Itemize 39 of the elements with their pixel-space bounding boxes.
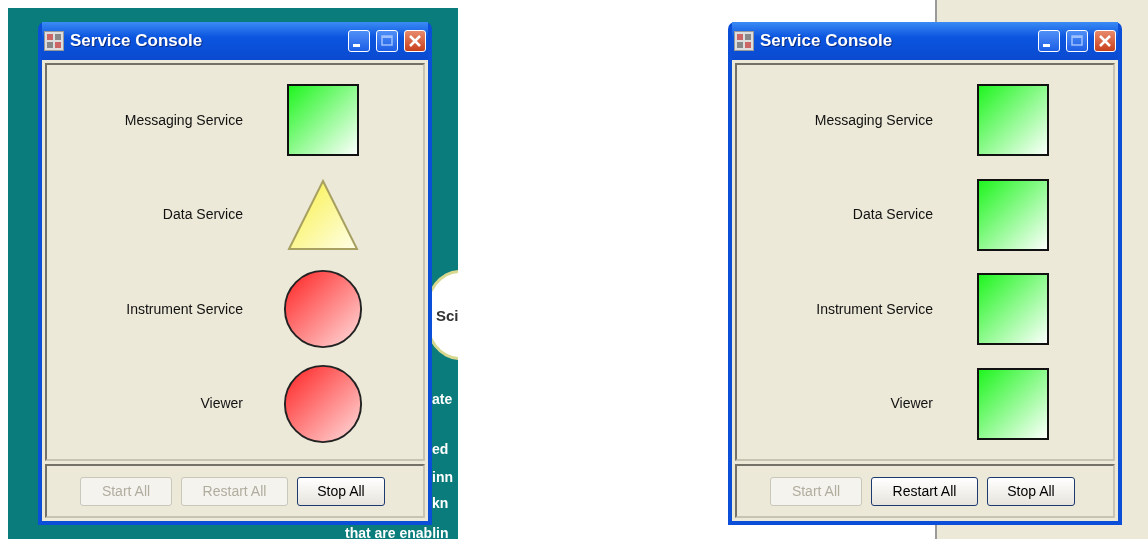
min-button[interactable]	[348, 30, 370, 52]
triangle-icon	[287, 178, 359, 251]
action-button[interactable]: Stop All	[297, 476, 385, 506]
action-button[interactable]: Restart All	[871, 476, 978, 506]
service-label: Instrument Service	[815, 299, 933, 319]
minimize-icon	[352, 44, 360, 47]
service-label: Viewer	[199, 394, 243, 414]
square-icon	[287, 84, 359, 157]
window-title: Service Console	[70, 30, 204, 53]
square-icon	[977, 367, 1049, 440]
logo-text: Sci	[436, 306, 458, 326]
page-text: kn	[432, 496, 449, 510]
service-label: Viewer	[889, 394, 933, 414]
min-button[interactable]	[1038, 30, 1060, 52]
max-button[interactable]	[1066, 30, 1088, 52]
app-icon	[44, 31, 64, 51]
service-label: Data Service	[851, 205, 933, 225]
maximize-icon	[1070, 34, 1084, 48]
page-text: ed	[432, 442, 449, 456]
close-button[interactable]	[404, 30, 426, 52]
app-icon	[734, 31, 754, 51]
service-label: Instrument Service	[125, 299, 243, 319]
close-button[interactable]	[1094, 30, 1116, 52]
square-icon	[977, 273, 1049, 346]
window-title: Service Console	[760, 30, 894, 53]
square-icon	[977, 84, 1049, 157]
service-label: Data Service	[161, 205, 243, 225]
close-icon	[408, 34, 422, 48]
service-label: Messaging Service	[813, 110, 933, 130]
square-icon	[977, 178, 1049, 251]
maximize-icon	[380, 34, 394, 48]
page-text: that are enablin	[345, 526, 449, 539]
close-icon	[1098, 34, 1112, 48]
minimize-icon	[1042, 44, 1050, 47]
service-label: Messaging Service	[123, 110, 243, 130]
page-text: ate	[432, 392, 453, 406]
max-button[interactable]	[376, 30, 398, 52]
action-button[interactable]: Stop All	[987, 476, 1075, 506]
page-text: inn	[432, 470, 453, 484]
